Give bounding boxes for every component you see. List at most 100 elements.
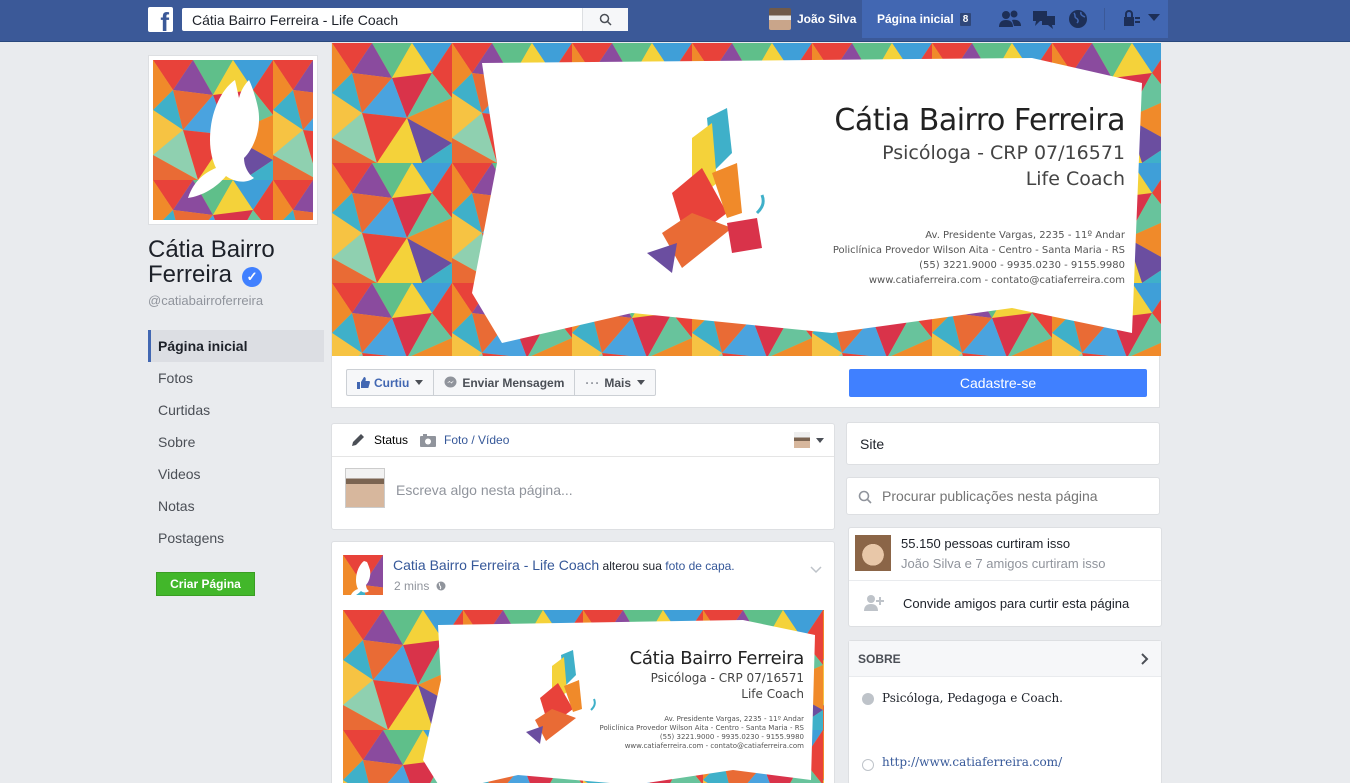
profile-picture-image xyxy=(153,60,313,220)
search-icon xyxy=(858,490,872,504)
sign-up-button[interactable]: Cadastre-se xyxy=(849,369,1147,397)
post-image-address-line: Av. Presidente Vargas, 2235 - 11º Andar xyxy=(664,715,804,723)
post-header: Catia Bairro Ferreira - Life Coach alter… xyxy=(393,557,735,573)
chevron-down-icon xyxy=(637,380,646,385)
globe-privacy-icon xyxy=(436,581,446,591)
verified-badge-icon: ✓ xyxy=(242,267,263,287)
chevron-down-icon xyxy=(816,437,824,443)
post-author-avatar[interactable] xyxy=(343,555,383,595)
tab-photo-video[interactable]: Foto / Vídeo xyxy=(420,433,509,447)
cover-photo[interactable]: Cátia Bairro Ferreira Psicóloga - CRP 07… xyxy=(332,43,1161,356)
invite-friends-link[interactable]: Convide amigos para curtir esta página xyxy=(903,596,1129,611)
info-icon xyxy=(862,693,874,705)
page-profile-picture[interactable] xyxy=(148,55,318,225)
cover-phone-line: (55) 3221.9000 - 9935.0230 - 9155.9980 xyxy=(919,260,1125,271)
cover-card: Cátia Bairro Ferreira Psicóloga - CRP 07… xyxy=(331,43,1161,408)
post-author-link[interactable]: Catia Bairro Ferreira - Life Coach xyxy=(393,557,599,573)
user-name: João Silva xyxy=(797,12,857,26)
divider xyxy=(849,580,1161,581)
likes-count[interactable]: 55.150 pessoas curtiram isso xyxy=(901,536,1070,551)
sidebar-item-notes[interactable]: Notas xyxy=(148,490,324,522)
page-search-input[interactable] xyxy=(882,488,1142,504)
post-image-phone-line: (55) 3221.9000 - 9935.0230 - 9155.9980 xyxy=(659,733,804,741)
user-profile-link[interactable]: João Silva xyxy=(769,8,856,30)
cover-address-line: Policlínica Provedor Wilson Aita - Centr… xyxy=(832,245,1125,256)
home-link[interactable]: Página inicial xyxy=(877,12,954,26)
cover-address-line: Av. Presidente Vargas, 2235 - 11º Andar xyxy=(925,230,1125,241)
post-image-web-line: www.catiaferreira.com - contato@catiafer… xyxy=(624,742,804,750)
cover-subtitle-2: Life Coach xyxy=(1025,168,1125,190)
page-navigation: Página inicial Fotos Curtidas Sobre Vide… xyxy=(148,330,324,554)
post-image-subtitle-2: Life Coach xyxy=(741,687,804,701)
invite-friend-icon xyxy=(864,595,884,611)
about-website-link[interactable]: http://www.catiaferreira.com/ xyxy=(882,755,1062,769)
composer-tabs: Status Foto / Vídeo xyxy=(332,424,834,457)
sidebar-item-photos[interactable]: Fotos xyxy=(148,362,324,394)
search-input[interactable] xyxy=(182,8,580,31)
about-title: SOBRE xyxy=(858,652,901,666)
thumbs-up-icon xyxy=(357,376,370,389)
more-button[interactable]: ··· Mais xyxy=(575,370,655,395)
account-caret-icon[interactable] xyxy=(1148,14,1160,22)
cover-photo-link[interactable]: foto de capa. xyxy=(665,559,734,573)
messages-icon[interactable] xyxy=(1032,9,1056,29)
liked-button[interactable]: Curtiu xyxy=(347,370,435,395)
friends-liked-text[interactable]: João Silva e 7 amigos curtiram isso xyxy=(901,556,1105,571)
post-options-chevron-icon[interactable] xyxy=(810,566,822,574)
send-message-button[interactable]: Enviar Mensagem xyxy=(434,370,576,395)
home-count-badge: 8 xyxy=(959,12,972,26)
cover-text-block: Cátia Bairro Ferreira Psicóloga - CRP 07… xyxy=(833,103,1126,288)
post-image-address-line: Policlínica Provedor Wilson Aita - Centr… xyxy=(599,724,804,732)
sidebar-item-about[interactable]: Sobre xyxy=(148,426,324,458)
post-composer: Status Foto / Vídeo Escreva algo nesta p… xyxy=(331,423,835,530)
feed-post: Catia Bairro Ferreira - Life Coach alter… xyxy=(331,541,835,783)
page-username[interactable]: @catiabairroferreira xyxy=(148,293,324,308)
chevron-down-icon xyxy=(415,380,424,385)
more-label: Mais xyxy=(604,375,632,390)
user-avatar xyxy=(769,8,791,30)
sidebar-item-home[interactable]: Página inicial xyxy=(148,330,324,362)
sidebar-item-posts[interactable]: Postagens xyxy=(148,522,324,554)
post-image-text: Cátia Bairro Ferreira Psicóloga - CRP 07… xyxy=(599,648,804,751)
tab-photo-video-label: Foto / Vídeo xyxy=(444,433,510,447)
posting-as-selector[interactable] xyxy=(794,432,824,448)
globe-icon xyxy=(862,759,874,771)
post-image-address: Av. Presidente Vargas, 2235 - 11º Andar … xyxy=(599,715,804,751)
about-header[interactable]: SOBRE xyxy=(849,641,1161,677)
about-description: Psicóloga, Pedagoga e Coach. xyxy=(882,691,1063,705)
search-icon xyxy=(599,13,612,26)
more-dots-icon: ··· xyxy=(585,375,601,390)
friend-requests-icon[interactable] xyxy=(998,9,1022,29)
cover-name: Cátia Bairro Ferreira xyxy=(834,103,1125,138)
cover-web-line: www.catiaferreira.com - contato@catiafer… xyxy=(868,275,1125,286)
sidebar-item-videos[interactable]: Videos xyxy=(148,458,324,490)
facebook-logo[interactable]: f xyxy=(148,7,173,32)
post-action-text: alterou sua xyxy=(602,559,662,573)
pencil-icon xyxy=(352,434,364,446)
page-title: Cátia Bairro Ferreira ✓ xyxy=(148,237,324,287)
tab-status[interactable]: Status xyxy=(350,433,408,447)
tab-status-label: Status xyxy=(374,433,409,447)
chevron-right-icon[interactable] xyxy=(1141,653,1149,665)
site-card[interactable]: Site xyxy=(846,422,1160,465)
friend-avatar[interactable] xyxy=(855,535,891,571)
privacy-lock-icon[interactable] xyxy=(1122,9,1142,29)
post-image-subtitle-1: Psicóloga - CRP 07/16571 xyxy=(650,671,804,685)
composer-input[interactable]: Escreva algo nesta página... xyxy=(396,482,573,498)
top-navigation-bar: f João Silva Página inicial 8 xyxy=(0,0,1350,42)
post-timestamp[interactable]: 2 mins xyxy=(394,579,446,593)
page-action-buttons: Curtiu Enviar Mensagem ··· Mais xyxy=(346,369,657,396)
search-button[interactable] xyxy=(582,8,628,31)
about-card: SOBRE Psicóloga, Pedagoga e Coach. http:… xyxy=(848,640,1162,783)
composer-avatar xyxy=(345,468,385,508)
sidebar-item-likes[interactable]: Curtidas xyxy=(148,394,324,426)
cover-subtitle-1: Psicóloga - CRP 07/16571 xyxy=(882,142,1125,164)
post-time-text: 2 mins xyxy=(394,579,430,593)
notifications-globe-icon[interactable] xyxy=(1068,9,1088,29)
post-cover-image[interactable]: Cátia Bairro Ferreira Psicóloga - CRP 07… xyxy=(343,610,824,783)
search-box xyxy=(182,8,628,31)
send-message-label: Enviar Mensagem xyxy=(462,375,565,390)
cover-address: Av. Presidente Vargas, 2235 - 11º Andar … xyxy=(833,228,1125,288)
messenger-icon xyxy=(444,376,457,388)
create-page-button[interactable]: Criar Página xyxy=(156,572,255,596)
